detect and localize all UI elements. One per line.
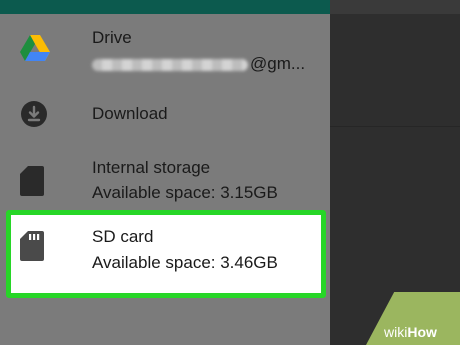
download-icon bbox=[20, 100, 48, 133]
watermark-how: How bbox=[407, 324, 437, 340]
drawer-item-download[interactable]: Download bbox=[0, 96, 330, 136]
internal-storage-space: Available space: 3.15GB bbox=[92, 183, 278, 202]
sd-card-label: SD card bbox=[92, 227, 154, 246]
drawer-item-internal-storage[interactable]: Internal storage Available space: 3.15GB bbox=[0, 152, 330, 212]
drive-label: Drive bbox=[92, 28, 132, 47]
sd-card-icon bbox=[20, 166, 44, 201]
download-label: Download bbox=[92, 104, 168, 123]
drawer-item-drive[interactable]: Drive @gm... bbox=[0, 20, 330, 90]
google-drive-icon bbox=[20, 35, 50, 66]
background-divider bbox=[330, 126, 460, 127]
drive-account-suffix: @gm... bbox=[250, 54, 306, 73]
blurred-email bbox=[92, 58, 248, 71]
drive-account: @gm... bbox=[92, 52, 305, 76]
sd-card-icon bbox=[20, 231, 44, 266]
sd-card-space: Available space: 3.46GB bbox=[92, 253, 278, 272]
wikihow-watermark: wikiHow bbox=[384, 322, 460, 342]
watermark-wiki: wiki bbox=[384, 324, 408, 340]
drawer-header-bar bbox=[0, 0, 330, 14]
internal-storage-label: Internal storage bbox=[92, 158, 211, 177]
drawer-item-sd-card[interactable]: SD card Available space: 3.46GB bbox=[0, 215, 330, 283]
background-toolbar bbox=[330, 0, 460, 14]
navigation-drawer: Drive @gm... Download Internal storage A… bbox=[0, 0, 330, 345]
